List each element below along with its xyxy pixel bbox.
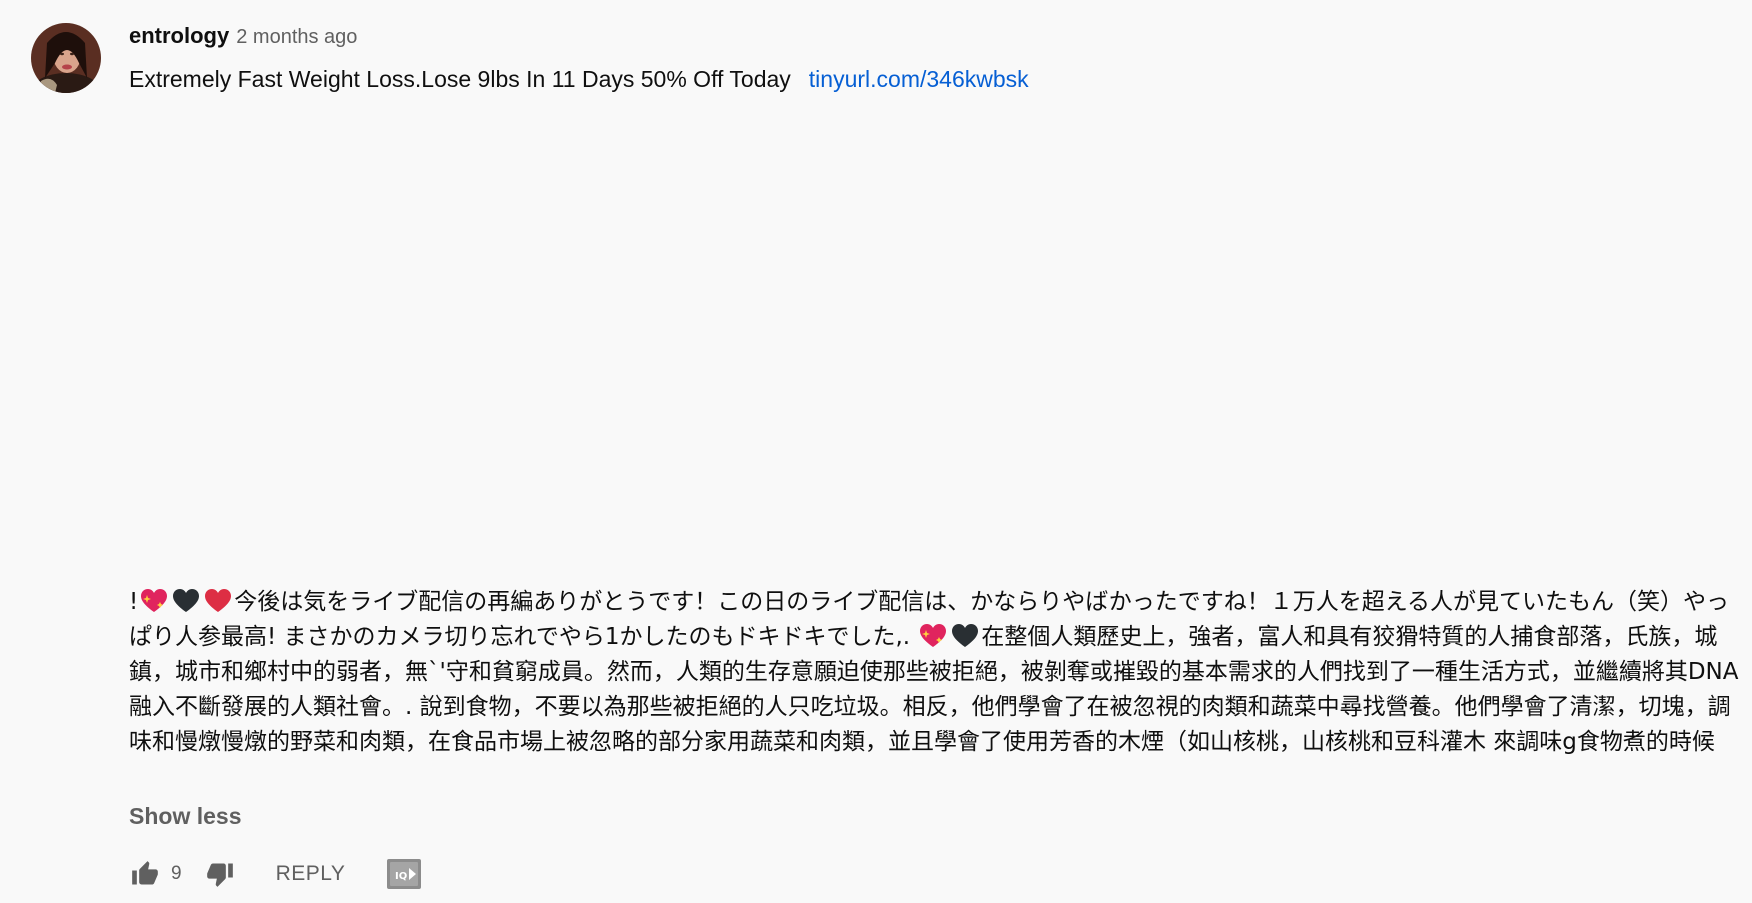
comment-link[interactable]: tinyurl.com/346kwbsk bbox=[809, 66, 1029, 92]
reply-button[interactable]: REPLY bbox=[276, 862, 346, 886]
thumbs-down-icon bbox=[206, 863, 233, 887]
comment-timestamp[interactable]: 2 months ago bbox=[236, 26, 357, 49]
svg-text:IQ: IQ bbox=[395, 871, 407, 882]
like-count: 9 bbox=[171, 863, 182, 884]
sparkling-heart-emoji bbox=[141, 589, 168, 612]
text-segment-1: ! bbox=[129, 589, 139, 615]
comment-thread: entrology 2 months ago Extremely Fast We… bbox=[0, 0, 1752, 903]
thumbs-up-icon bbox=[132, 861, 158, 885]
show-less-button[interactable]: Show less bbox=[129, 803, 241, 830]
comment-header: entrology 2 months ago bbox=[129, 23, 357, 55]
dislike-button[interactable] bbox=[204, 858, 236, 890]
comment-text-first: Extremely Fast Weight Loss.Lose 9lbs In … bbox=[129, 62, 1029, 96]
sparkling-heart-emoji bbox=[920, 624, 947, 647]
black-heart-emoji bbox=[952, 624, 979, 647]
black-heart-emoji bbox=[173, 589, 200, 612]
author-name[interactable]: entrology bbox=[129, 23, 229, 49]
comment-action-bar: 9 REPLY IQ bbox=[129, 854, 422, 894]
red-heart-emoji bbox=[205, 589, 232, 612]
like-button[interactable] bbox=[129, 858, 161, 890]
comment-text: Extremely Fast Weight Loss.Lose 9lbs In … bbox=[129, 66, 791, 92]
comment-text-long: ! 今後は気をライブ配信の再編ありがとうです！この日のライブ配信は、かならりやばか… bbox=[129, 585, 1739, 760]
avatar[interactable] bbox=[31, 23, 101, 93]
iq-extension-icon[interactable]: IQ bbox=[387, 859, 422, 889]
